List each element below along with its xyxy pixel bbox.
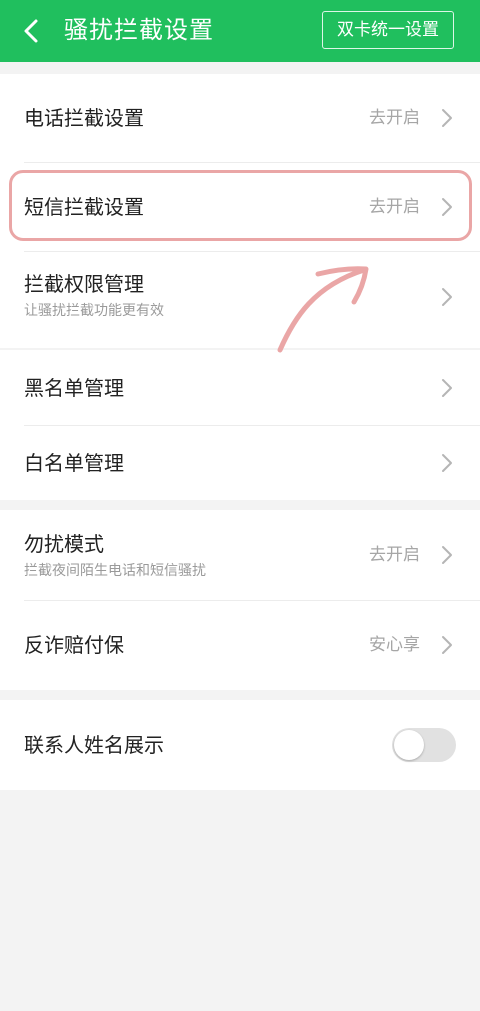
row-value: 去开启	[369, 197, 420, 217]
row-title: 黑名单管理	[24, 376, 124, 400]
dual-sim-settings-button[interactable]: 双卡统一设置	[322, 11, 454, 49]
page-title: 骚扰拦截设置	[64, 16, 214, 44]
blacklist-management-row[interactable]: 黑名单管理	[0, 350, 480, 425]
settings-group-block: 电话拦截设置 去开启 短信拦截设置 去开启 拦截权限管理 让骚扰拦截功能更有效	[0, 74, 480, 348]
row-title: 拦截权限管理	[24, 272, 144, 296]
call-block-settings-row[interactable]: 电话拦截设置 去开启	[0, 74, 480, 162]
row-title: 白名单管理	[24, 451, 124, 475]
chevron-right-icon	[442, 379, 452, 397]
chevron-right-icon	[442, 454, 452, 472]
row-title: 电话拦截设置	[24, 106, 144, 130]
sms-block-settings-row[interactable]: 短信拦截设置 去开启	[0, 163, 480, 251]
do-not-disturb-row[interactable]: 勿扰模式 拦截夜间陌生电话和短信骚扰 去开启	[0, 510, 480, 600]
row-title: 反诈赔付保	[24, 633, 124, 657]
row-value: 安心享	[369, 635, 420, 655]
back-button[interactable]	[14, 13, 50, 49]
fraud-compensation-row[interactable]: 反诈赔付保 安心享	[0, 601, 480, 690]
chevron-right-icon	[442, 198, 452, 216]
row-value: 去开启	[369, 545, 420, 565]
settings-group-lists: 黑名单管理 白名单管理	[0, 350, 480, 500]
settings-group-extras: 勿扰模式 拦截夜间陌生电话和短信骚扰 去开启 反诈赔付保 安心享	[0, 510, 480, 690]
block-permissions-row[interactable]: 拦截权限管理 让骚扰拦截功能更有效	[0, 252, 480, 348]
chevron-right-icon	[442, 636, 452, 654]
whitelist-management-row[interactable]: 白名单管理	[0, 426, 480, 500]
app-header: 骚扰拦截设置 双卡统一设置	[0, 0, 480, 62]
row-value: 去开启	[369, 108, 420, 128]
chevron-right-icon	[442, 109, 452, 127]
contact-name-display-toggle[interactable]	[392, 728, 456, 762]
chevron-right-icon	[442, 546, 452, 564]
row-title: 勿扰模式	[24, 532, 104, 556]
row-subtitle: 让骚扰拦截功能更有效	[24, 303, 164, 319]
row-title: 联系人姓名展示	[24, 733, 164, 757]
row-title: 短信拦截设置	[24, 195, 144, 219]
chevron-left-icon	[24, 19, 38, 43]
chevron-right-icon	[442, 288, 452, 306]
row-subtitle: 拦截夜间陌生电话和短信骚扰	[24, 563, 206, 579]
toggle-knob	[394, 730, 424, 760]
